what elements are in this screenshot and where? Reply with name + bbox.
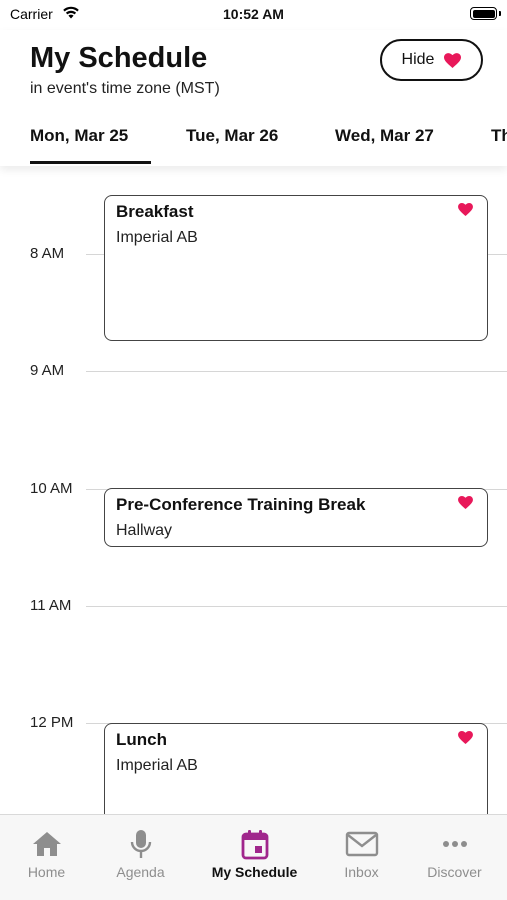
hide-favorites-button[interactable]: Hide: [380, 39, 483, 81]
tab-bar-label: Agenda: [116, 864, 165, 880]
event-title: Breakfast: [116, 202, 194, 221]
tab-bar-label: Discover: [427, 864, 482, 880]
status-time: 10:52 AM: [223, 6, 284, 22]
tab-wed-mar-27[interactable]: Wed, Mar 27: [335, 118, 434, 166]
hide-button-label: Hide: [401, 51, 435, 68]
selected-tab-indicator: [30, 161, 151, 164]
hour-line: [86, 371, 507, 372]
tab-bar-inbox[interactable]: Inbox: [311, 827, 412, 880]
tab-bar-label: My Schedule: [211, 864, 298, 880]
heart-icon: [444, 52, 462, 68]
tab-bar-home[interactable]: Home: [0, 827, 97, 880]
timezone-subtitle: in event's time zone (MST): [30, 80, 220, 97]
heart-icon[interactable]: [458, 496, 473, 509]
tab-bar-label: Inbox: [344, 864, 379, 880]
schedule-header: My Schedule in event's time zone (MST) H…: [0, 30, 507, 166]
event-location: Hallway: [116, 522, 173, 539]
hour-line: [86, 606, 507, 607]
battery-icon: [470, 7, 497, 20]
day-tabs: Mon, Mar 25 Tue, Mar 26 Wed, Mar 27 Thu,…: [0, 118, 507, 166]
schedule-timeline[interactable]: 8 AM 9 AM 10 AM 11 AM 12 PM Breakfast Im…: [0, 166, 507, 814]
heart-icon[interactable]: [458, 731, 473, 744]
bottom-tab-bar: Home Agenda My Schedule Inbox Discover: [0, 814, 507, 900]
event-card-lunch[interactable]: Lunch Imperial AB: [104, 723, 488, 814]
hour-label-8am: 8 AM: [30, 245, 65, 262]
event-card-breakfast[interactable]: Breakfast Imperial AB: [104, 195, 488, 341]
tab-thu-mar-28[interactable]: Thu, Mar 28: [491, 118, 507, 166]
microphone-icon: [130, 830, 151, 858]
heart-icon[interactable]: [458, 203, 473, 216]
tab-bar-label: Home: [27, 864, 66, 880]
event-card-training-break[interactable]: Pre-Conference Training Break Hallway: [104, 488, 488, 547]
tab-bar-my-schedule[interactable]: My Schedule: [204, 827, 305, 880]
hour-label-9am: 9 AM: [30, 362, 65, 379]
hour-label-12pm: 12 PM: [30, 714, 74, 731]
more-icon: [442, 841, 467, 847]
event-location: Imperial AB: [116, 229, 198, 246]
tab-bar-agenda[interactable]: Agenda: [90, 827, 191, 880]
hour-label-10am: 10 AM: [30, 480, 73, 497]
event-title: Pre-Conference Training Break: [116, 495, 366, 514]
page-title: My Schedule: [30, 42, 208, 74]
tab-bar-discover[interactable]: Discover: [404, 827, 505, 880]
calendar-icon: [241, 830, 268, 860]
home-icon: [32, 832, 61, 856]
mail-icon: [345, 831, 378, 857]
hour-label-11am: 11 AM: [30, 597, 72, 614]
status-bar: Carrier 10:52 AM: [0, 0, 507, 30]
event-title: Lunch: [116, 730, 167, 749]
event-location: Imperial AB: [116, 757, 198, 774]
tab-tue-mar-26[interactable]: Tue, Mar 26: [186, 118, 278, 166]
tab-mon-mar-25[interactable]: Mon, Mar 25: [30, 118, 128, 166]
battery-tip: [499, 11, 501, 16]
